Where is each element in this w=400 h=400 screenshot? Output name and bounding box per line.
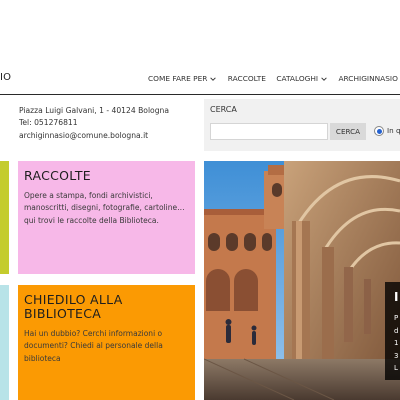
hero-photo[interactable] [204,161,400,400]
hero-caption-line: 3 [394,351,399,360]
hero-caption-title: I [394,290,399,304]
nav-item-archiginnasio-digitale[interactable]: ARCHIGINNASIO DIG [338,74,400,83]
chiedilo-title: CHIEDILO ALLA BIBLIOTECA [24,293,189,321]
chiedilo-text-line: Hai un dubbio? Cerchi informazioni o [24,329,163,338]
raccolte-tile[interactable]: RACCOLTE Opere a stampa, fondi archivist… [18,161,195,274]
header-divider [0,94,400,95]
search-input[interactable] [210,123,328,140]
nav-item-label: COME FARE PER [148,74,208,83]
hero-caption[interactable]: I P d 1 3 L [385,282,400,380]
search-scope-radio[interactable] [374,126,384,136]
search-panel: CERCA CERCA In q [204,99,400,151]
search-button[interactable]: CERCA [330,123,366,140]
raccolte-text-line: qui trovi le raccolte della Biblioteca. [24,215,159,225]
hero-caption-line: P [394,314,399,322]
archiginnasio-portico-image [204,161,400,400]
hero-caption-line: L [394,364,398,372]
contact-info: Piazza Luigi Galvani, 1 - 40124 Bologna … [19,105,169,142]
hero-caption-text: P d 1 3 L [394,312,398,375]
contact-email[interactable]: archiginnasio@comune.bologna.it [19,130,169,142]
raccolte-title: RACCOLTE [24,168,91,183]
nav-item-raccolte[interactable]: RACCOLTE [228,74,266,83]
search-title: CERCA [210,105,237,114]
raccolte-text-line: Opere a stampa, fondi archivistici, [24,191,153,200]
nav-item-label: RACCOLTE [227,74,266,83]
site-name[interactable]: IO [0,72,11,83]
nav-item-come-fare-per[interactable]: COME FARE PER [148,74,217,83]
nav-item-cataloghi[interactable]: CATALOGHI [276,74,328,83]
hero-caption-line: d [394,326,399,335]
nav-item-label: CATALOGHI [276,74,319,83]
contact-address: Piazza Luigi Galvani, 1 - 40124 Bologna [19,106,169,115]
main-nav: COME FARE PER RACCOLTE CATALOGHI ARCHIGI… [148,74,400,83]
chevron-down-icon [321,76,327,81]
cyan-tile-edge[interactable] [0,285,9,400]
chevron-down-icon [210,76,217,81]
search-scope-label: In q [387,126,400,135]
chiedilo-text-line: documenti? Chiedi al personale della [24,341,163,351]
chiedilo-text-line: biblioteca [24,353,61,363]
chiedilo-title-line: BIBLIOTECA [24,306,102,321]
hero-caption-line: 1 [394,339,399,347]
chiedilo-description: Hai un dubbio? Cerchi informazioni o doc… [24,328,189,365]
chiedilo-tile[interactable]: CHIEDILO ALLA BIBLIOTECA Hai un dubbio? … [18,285,195,400]
raccolte-description: Opere a stampa, fondi archivistici, mano… [24,190,189,227]
lime-tile-edge[interactable] [0,161,9,274]
chiedilo-title-line: CHIEDILO ALLA [24,292,123,307]
raccolte-text-line: manoscritti, disegni, fotografie, cartol… [24,203,185,213]
nav-item-label: ARCHIGINNASIO DIG [338,74,400,83]
contact-phone: Tel: 051276811 [19,118,78,128]
